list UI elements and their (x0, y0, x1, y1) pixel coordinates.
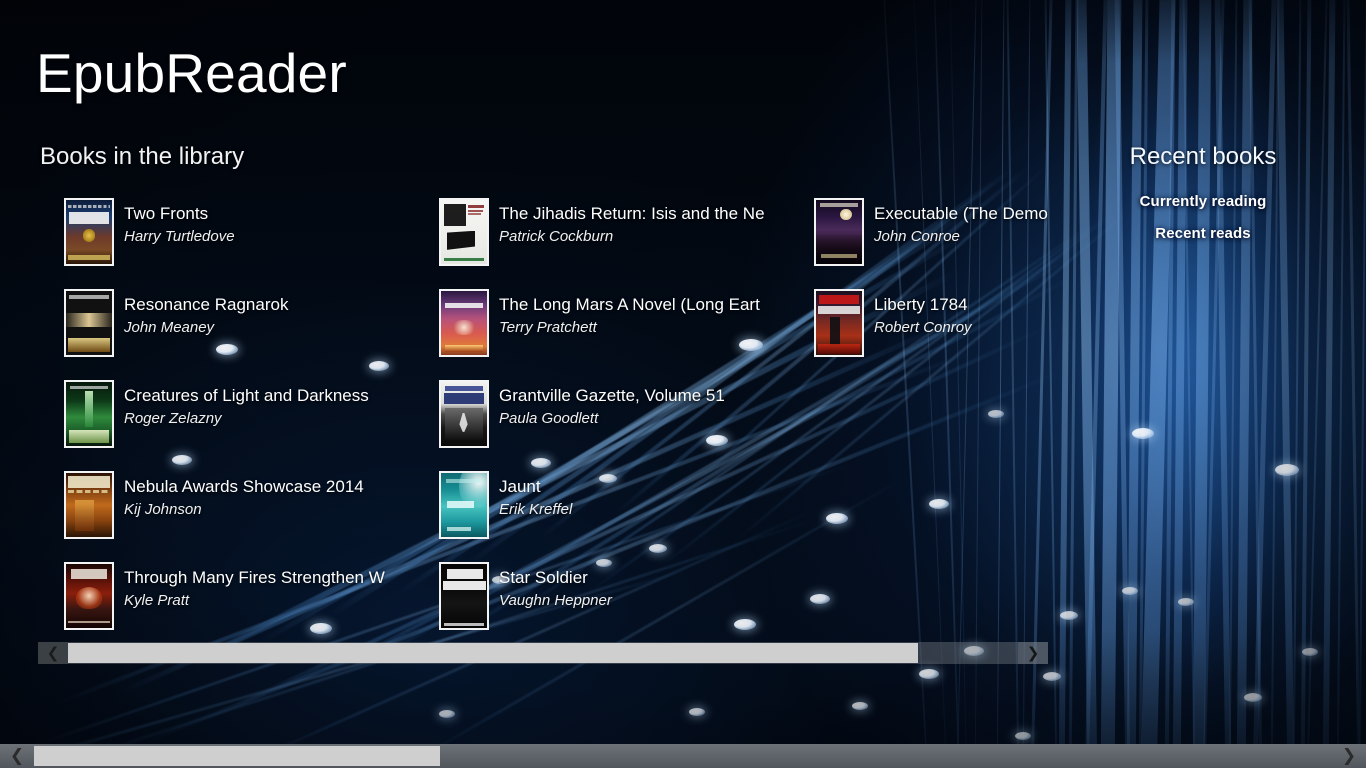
window-scroll-right-arrow-icon[interactable]: ❯ (1332, 744, 1366, 768)
book-list-item[interactable]: Through Many Fires Strengthen W Kyle Prat… (40, 552, 415, 640)
book-list-item[interactable]: Executable (The Demo John Conroe (790, 188, 1048, 278)
book-text-block: Two Fronts Harry Turtledove (124, 204, 414, 247)
book-author: Paula Goodlett (499, 410, 599, 427)
book-cover-image (64, 380, 114, 448)
recent-link-1[interactable]: Recent reads (1098, 225, 1308, 242)
book-text-block: Jaunt Erik Kreffel (499, 477, 789, 520)
scroll-left-arrow-icon[interactable]: ❮ (38, 642, 68, 664)
book-text-block: The Long Mars A Novel (Long Eart Terry Pr… (499, 295, 789, 338)
book-list-item[interactable]: Liberty 1784 Robert Conroy (790, 279, 1048, 369)
library-scrollbar-thumb[interactable] (68, 643, 918, 663)
book-cover-image (64, 198, 114, 266)
book-author: Roger Zelazny (124, 410, 222, 427)
book-text-block: Resonance Ragnarok John Meaney (124, 295, 414, 338)
book-title: Executable (The Demo (874, 204, 1048, 223)
library-horizontal-scrollbar[interactable]: ❮ ❯ (38, 642, 1048, 664)
book-title: The Long Mars A Novel (Long Eart (499, 295, 760, 314)
book-text-block: Liberty 1784 Robert Conroy (874, 295, 1048, 338)
book-title: Grantville Gazette, Volume 51 (499, 386, 725, 405)
book-cover-image (814, 198, 864, 266)
book-title: Two Fronts (124, 204, 209, 223)
book-list-item[interactable]: Grantville Gazette, Volume 51 Paula Goodl… (415, 370, 790, 460)
recent-books-heading: Recent books (1129, 143, 1277, 170)
book-cover-image (439, 562, 489, 630)
book-cover-image (64, 471, 114, 539)
book-list-item[interactable]: Star Soldier Vaughn Heppner (415, 552, 790, 640)
book-list-item[interactable]: Jaunt Erik Kreffel (415, 461, 790, 551)
book-cover-image (439, 198, 489, 266)
book-cover-image (814, 289, 864, 357)
window-horizontal-scrollbar[interactable]: ❮ ❯ (0, 744, 1366, 768)
book-text-block: Grantville Gazette, Volume 51 Paula Goodl… (499, 386, 789, 429)
book-text-block: Creatures of Light and Darkness Roger Zel… (124, 386, 414, 429)
book-title: Through Many Fires Strengthen W (124, 568, 385, 587)
book-cover-image (64, 562, 114, 630)
book-grid[interactable]: Two Fronts Harry Turtledove Resonance Ragn… (40, 188, 1048, 640)
recent-link-0[interactable]: Currently reading (1098, 193, 1308, 210)
book-title: Star Soldier (499, 568, 588, 587)
book-text-block: Star Soldier Vaughn Heppner (499, 568, 789, 611)
book-title: Creatures of Light and Darkness (124, 386, 369, 405)
book-text-block: Executable (The Demo John Conroe (874, 204, 1048, 247)
book-title: Nebula Awards Showcase 2014 (124, 477, 364, 496)
book-title: Resonance Ragnarok (124, 295, 289, 314)
book-author: Kyle Pratt (124, 592, 190, 609)
window-scrollbar-thumb[interactable] (34, 746, 440, 766)
scroll-right-arrow-icon[interactable]: ❯ (1018, 642, 1048, 664)
page-title: EpubReader (36, 42, 347, 104)
book-list-item[interactable]: Nebula Awards Showcase 2014 Kij Johnson (40, 461, 415, 551)
book-author: Kij Johnson (124, 501, 202, 518)
page-content: EpubReader Books in the library Two Fron… (0, 0, 1366, 768)
book-list-item[interactable]: Resonance Ragnarok John Meaney (40, 279, 415, 369)
book-cover-image (64, 289, 114, 357)
book-list-item[interactable]: The Long Mars A Novel (Long Eart Terry Pr… (415, 279, 790, 369)
book-title: Jaunt (499, 477, 541, 496)
book-cover-image (439, 289, 489, 357)
book-text-block: Nebula Awards Showcase 2014 Kij Johnson (124, 477, 414, 520)
book-list-item[interactable]: Creatures of Light and Darkness Roger Zel… (40, 370, 415, 460)
book-author: Erik Kreffel (499, 501, 573, 518)
window-scroll-left-arrow-icon[interactable]: ❮ (0, 744, 34, 768)
book-text-block: The Jihadis Return: Isis and the Ne Patri… (499, 204, 789, 247)
book-author: John Conroe (874, 228, 960, 245)
book-list-item[interactable]: The Jihadis Return: Isis and the Ne Patri… (415, 188, 790, 278)
recent-books-links: Currently reading Recent reads (1098, 193, 1308, 257)
book-author: Harry Turtledove (124, 228, 235, 245)
book-title: Liberty 1784 (874, 295, 968, 314)
book-author: Patrick Cockburn (499, 228, 614, 245)
book-title: The Jihadis Return: Isis and the Ne (499, 204, 765, 223)
book-author: Terry Pratchett (499, 319, 597, 336)
epubreader-window: EpubReader Books in the library Two Fron… (0, 0, 1366, 768)
library-section-heading: Books in the library (40, 143, 245, 170)
book-author: Vaughn Heppner (499, 592, 612, 609)
book-cover-image (439, 380, 489, 448)
book-author: John Meaney (124, 319, 215, 336)
book-cover-image (439, 471, 489, 539)
book-author: Robert Conroy (874, 319, 972, 336)
book-list-item[interactable]: Two Fronts Harry Turtledove (40, 188, 415, 278)
book-text-block: Through Many Fires Strengthen W Kyle Prat… (124, 568, 414, 611)
